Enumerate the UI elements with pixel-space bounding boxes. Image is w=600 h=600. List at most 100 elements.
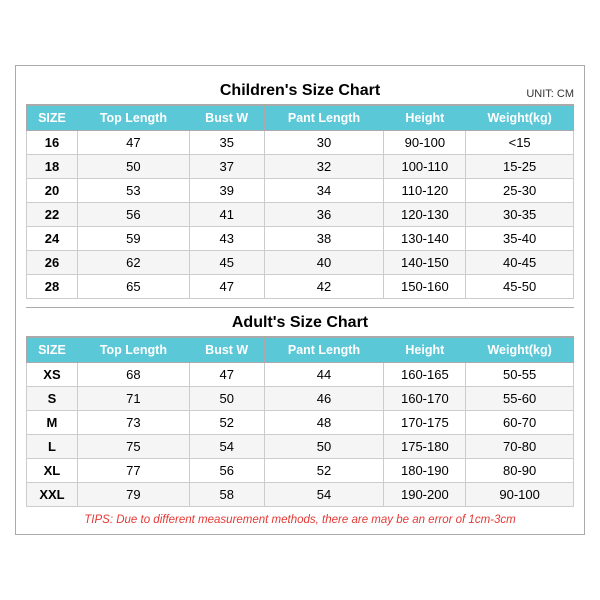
adult-col-top-length: Top Length <box>77 338 189 363</box>
table-cell: 56 <box>189 459 264 483</box>
size-chart-container: Children's Size Chart UNIT: CM SIZE Top … <box>15 65 585 535</box>
adult-col-size: SIZE <box>27 338 78 363</box>
unit-label: UNIT: CM <box>526 88 574 100</box>
children-chart-header: Children's Size Chart UNIT: CM <box>26 76 574 105</box>
table-cell: 110-120 <box>384 179 466 203</box>
adult-size-table: SIZE Top Length Bust W Pant Length Heigh… <box>26 337 574 507</box>
adult-col-pant-length: Pant Length <box>264 338 384 363</box>
table-cell: 20 <box>27 179 78 203</box>
table-cell: 77 <box>77 459 189 483</box>
table-cell: 22 <box>27 203 78 227</box>
table-cell: 30-35 <box>466 203 574 227</box>
table-cell: 24 <box>27 227 78 251</box>
table-cell: 71 <box>77 387 189 411</box>
table-row: 18503732100-11015-25 <box>27 155 574 179</box>
table-cell: 100-110 <box>384 155 466 179</box>
adult-chart-title: Adult's Size Chart <box>232 314 368 331</box>
table-cell: 15-25 <box>466 155 574 179</box>
table-row: 20533934110-12025-30 <box>27 179 574 203</box>
adult-col-bust-w: Bust W <box>189 338 264 363</box>
children-col-size: SIZE <box>27 106 78 131</box>
table-cell: <15 <box>466 131 574 155</box>
table-cell: 35-40 <box>466 227 574 251</box>
tips-text: TIPS: Due to different measurement metho… <box>26 514 574 526</box>
table-cell: 190-200 <box>384 483 466 507</box>
table-cell: 68 <box>77 363 189 387</box>
table-cell: 39 <box>189 179 264 203</box>
table-cell: 46 <box>264 387 384 411</box>
table-row: 22564136120-13030-35 <box>27 203 574 227</box>
table-row: 28654742150-16045-50 <box>27 275 574 299</box>
table-cell: 60-70 <box>466 411 574 435</box>
table-cell: 140-150 <box>384 251 466 275</box>
table-cell: 30 <box>264 131 384 155</box>
table-row: 26624540140-15040-45 <box>27 251 574 275</box>
table-cell: XL <box>27 459 78 483</box>
table-cell: 180-190 <box>384 459 466 483</box>
table-cell: 52 <box>189 411 264 435</box>
table-cell: 54 <box>264 483 384 507</box>
table-cell: 90-100 <box>384 131 466 155</box>
table-cell: 62 <box>77 251 189 275</box>
table-cell: 75 <box>77 435 189 459</box>
table-cell: 120-130 <box>384 203 466 227</box>
children-col-pant-length: Pant Length <box>264 106 384 131</box>
table-cell: 50 <box>264 435 384 459</box>
table-cell: 25-30 <box>466 179 574 203</box>
table-cell: 45 <box>189 251 264 275</box>
table-cell: 47 <box>77 131 189 155</box>
table-cell: 38 <box>264 227 384 251</box>
table-row: 1647353090-100<15 <box>27 131 574 155</box>
table-cell: 59 <box>77 227 189 251</box>
table-row: XXL795854190-20090-100 <box>27 483 574 507</box>
table-row: L755450175-18070-80 <box>27 435 574 459</box>
table-row: M735248170-17560-70 <box>27 411 574 435</box>
table-cell: 80-90 <box>466 459 574 483</box>
table-cell: 175-180 <box>384 435 466 459</box>
adult-col-height: Height <box>384 338 466 363</box>
table-cell: L <box>27 435 78 459</box>
table-cell: 41 <box>189 203 264 227</box>
table-cell: 65 <box>77 275 189 299</box>
table-row: 24594338130-14035-40 <box>27 227 574 251</box>
table-cell: 90-100 <box>466 483 574 507</box>
table-cell: 48 <box>264 411 384 435</box>
table-row: XL775652180-19080-90 <box>27 459 574 483</box>
table-cell: 54 <box>189 435 264 459</box>
table-cell: 73 <box>77 411 189 435</box>
adult-chart-header: Adult's Size Chart <box>26 307 574 337</box>
table-cell: 150-160 <box>384 275 466 299</box>
table-cell: 37 <box>189 155 264 179</box>
table-cell: 34 <box>264 179 384 203</box>
table-cell: 58 <box>189 483 264 507</box>
table-cell: 43 <box>189 227 264 251</box>
children-col-weight: Weight(kg) <box>466 106 574 131</box>
table-cell: 56 <box>77 203 189 227</box>
table-cell: M <box>27 411 78 435</box>
table-cell: 47 <box>189 275 264 299</box>
table-row: XS684744160-16550-55 <box>27 363 574 387</box>
children-col-height: Height <box>384 106 466 131</box>
table-cell: 35 <box>189 131 264 155</box>
table-cell: 170-175 <box>384 411 466 435</box>
children-size-table: SIZE Top Length Bust W Pant Length Heigh… <box>26 105 574 299</box>
table-cell: 55-60 <box>466 387 574 411</box>
children-col-top-length: Top Length <box>77 106 189 131</box>
table-cell: 26 <box>27 251 78 275</box>
table-cell: 42 <box>264 275 384 299</box>
table-cell: 50 <box>189 387 264 411</box>
table-cell: 36 <box>264 203 384 227</box>
table-cell: 40 <box>264 251 384 275</box>
table-cell: 160-165 <box>384 363 466 387</box>
table-cell: 40-45 <box>466 251 574 275</box>
table-cell: 50 <box>77 155 189 179</box>
adult-table-header-row: SIZE Top Length Bust W Pant Length Heigh… <box>27 338 574 363</box>
table-cell: 52 <box>264 459 384 483</box>
table-cell: 32 <box>264 155 384 179</box>
table-cell: 45-50 <box>466 275 574 299</box>
children-col-bust-w: Bust W <box>189 106 264 131</box>
table-row: S715046160-17055-60 <box>27 387 574 411</box>
table-cell: S <box>27 387 78 411</box>
table-cell: 44 <box>264 363 384 387</box>
table-cell: 47 <box>189 363 264 387</box>
